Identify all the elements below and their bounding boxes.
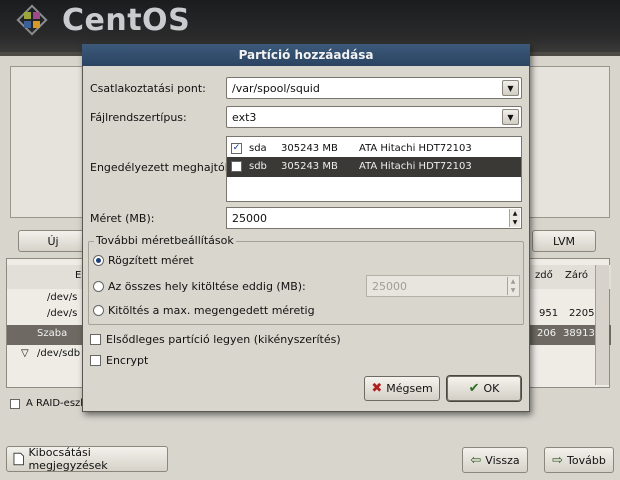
drive-size: 305243 MB [281, 161, 338, 172]
expander-icon[interactable]: ▽ [21, 348, 29, 359]
row-start: 206 [537, 328, 557, 339]
product-name: CentOS [62, 3, 191, 38]
mount-point-combo[interactable]: /var/spool/squid ▼ [226, 77, 522, 99]
next-label: Tovább [567, 453, 606, 467]
fstype-select[interactable]: ext3 ▼ [226, 106, 522, 128]
encrypt-label: Encrypt [106, 354, 149, 367]
primary-partition-label: Elsődleges partíció legyen (kikényszerít… [106, 333, 341, 346]
chevron-down-icon[interactable]: ▼ [502, 109, 519, 125]
back-button[interactable]: ⇦ Vissza [462, 447, 528, 473]
next-button[interactable]: ⇨ Tovább [544, 447, 614, 473]
ok-button[interactable]: ✔ OK [447, 376, 521, 401]
drives-label: Engedélyezett meghajtók: [90, 161, 235, 174]
fill-to-label: Az összes hely kitöltése eddig (MB): [108, 280, 306, 293]
size-spinbox[interactable]: 25000 ▲ ▼ [226, 207, 522, 229]
fill-max-radio[interactable] [93, 305, 104, 316]
mount-point-label: Csatlakoztatási pont: [90, 82, 206, 95]
release-notes-button[interactable]: Kibocsátási megjegyzések [6, 446, 168, 472]
close-icon: ✖ [371, 381, 383, 396]
lvm-button[interactable]: LVM [532, 230, 596, 252]
centos-logo-icon [16, 4, 48, 36]
dialog-title: Partíció hozzáadása [82, 44, 530, 66]
ok-label: OK [483, 382, 500, 395]
back-label: Vissza [485, 453, 520, 467]
row-device: /dev/sdb [37, 348, 81, 359]
lvm-label: LVM [553, 234, 575, 248]
size-value: 25000 [232, 211, 267, 225]
row-device: Szaba [37, 328, 68, 339]
chevron-down-icon[interactable]: ▼ [502, 80, 519, 96]
drive-row-selected[interactable]: sdb 305243 MB ATA Hitachi HDT72103 [227, 157, 521, 177]
raid-label: A RAID-eszk [26, 398, 87, 409]
cancel-button[interactable]: ✖ Mégsem [364, 376, 440, 401]
fill-to-radio[interactable] [93, 281, 104, 292]
drive-row[interactable]: ✓ sda 305243 MB ATA Hitachi HDT72103 [227, 139, 521, 159]
size-label: Méret (MB): [90, 212, 155, 225]
row-device: /dev/s [47, 308, 78, 319]
drive-checkbox[interactable] [231, 161, 242, 172]
fstype-value: ext3 [232, 110, 257, 124]
raid-checkbox[interactable] [10, 399, 20, 409]
drive-size: 305243 MB [281, 143, 338, 154]
back-arrow-icon: ⇦ [470, 452, 482, 468]
drive-model: ATA Hitachi HDT72103 [359, 161, 472, 172]
fill-to-value: 25000 [372, 279, 407, 293]
size-options-title: További méretbeállítások [94, 234, 236, 247]
drive-name: sdb [249, 161, 267, 172]
spin-arrows-icon[interactable]: ▲ ▼ [509, 209, 520, 227]
next-arrow-icon: ⇨ [552, 452, 564, 468]
row-device: /dev/s [47, 292, 78, 303]
mount-point-value: /var/spool/squid [232, 81, 320, 95]
row-end: 38913 [563, 328, 595, 339]
document-icon [13, 452, 24, 466]
header-device: E [75, 270, 82, 281]
drive-checkbox[interactable]: ✓ [231, 143, 242, 154]
fstype-label: Fájlrendszertípus: [90, 111, 187, 124]
new-partition-label: Új [47, 234, 59, 248]
drive-name: sda [249, 143, 267, 154]
table-scrollbar[interactable] [595, 265, 609, 385]
fill-max-label: Kitöltés a max. megengedett méretig [108, 304, 315, 317]
row-start: 951 [539, 308, 559, 319]
release-notes-label: Kibocsátási megjegyzések [28, 446, 108, 472]
spin-arrows-icon[interactable]: ▲ ▼ [507, 277, 518, 295]
drives-list[interactable]: ✓ sda 305243 MB ATA Hitachi HDT72103 sdb… [226, 136, 522, 202]
fill-to-spinbox[interactable]: 25000 ▲ ▼ [366, 275, 520, 297]
fixed-size-label: Rögzített méret [108, 254, 194, 267]
encrypt-checkbox[interactable] [90, 355, 101, 366]
check-icon: ✔ [468, 381, 480, 396]
primary-partition-checkbox[interactable] [90, 334, 101, 345]
row-end: 2205 [569, 308, 595, 319]
header-end: Záró [565, 270, 588, 281]
new-partition-button[interactable]: Új [18, 230, 88, 252]
header-start: zdő [535, 270, 553, 281]
fixed-size-radio[interactable] [93, 255, 104, 266]
cancel-label: Mégsem [386, 382, 433, 395]
drive-model: ATA Hitachi HDT72103 [359, 143, 472, 154]
